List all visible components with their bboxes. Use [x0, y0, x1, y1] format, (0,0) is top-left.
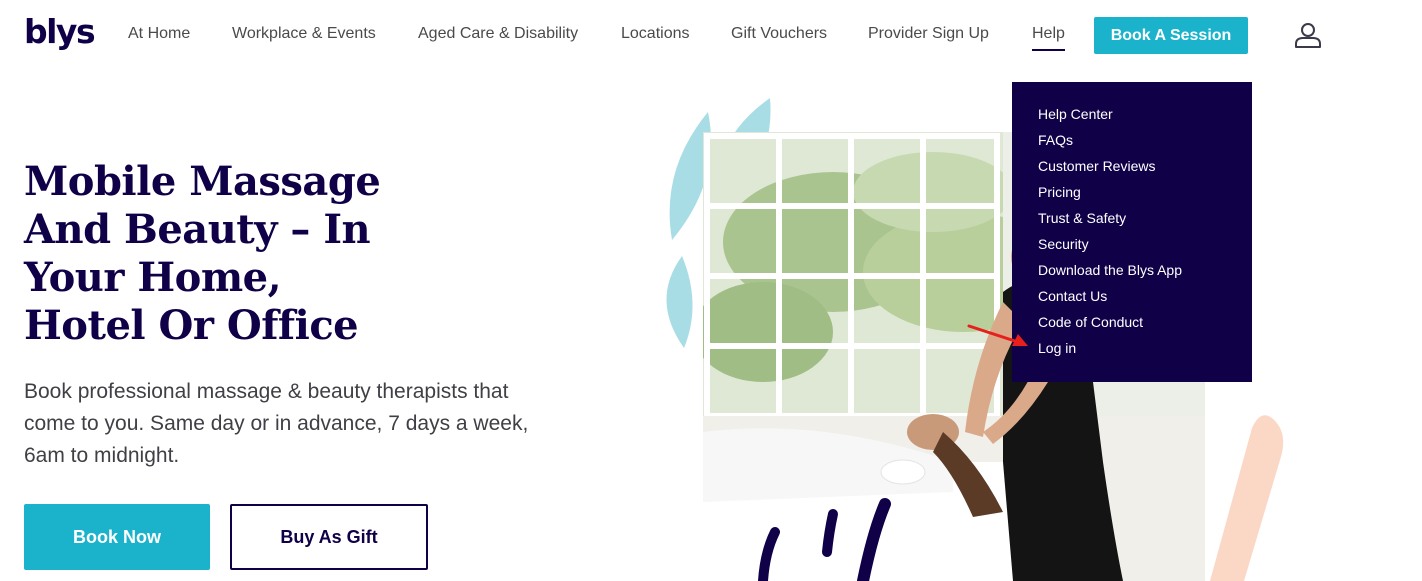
decorative-brush-strokes — [758, 498, 891, 581]
menu-item-pricing[interactable]: Pricing — [1012, 182, 1252, 208]
nav-workplace-events[interactable]: Workplace & Events — [232, 25, 376, 43]
blys-logo[interactable]: blys — [24, 12, 96, 51]
decorative-peach-shape — [1210, 415, 1284, 581]
menu-item-download-app[interactable]: Download the Blys App — [1012, 260, 1252, 286]
annotation-arrow-icon — [967, 324, 1028, 346]
hero-title-line: Your Home, — [24, 254, 282, 301]
menu-item-faqs[interactable]: FAQs — [1012, 130, 1252, 156]
site-header: blys At Home Workplace & Events Aged Car… — [0, 0, 1422, 70]
buy-as-gift-button[interactable]: Buy As Gift — [230, 504, 428, 570]
nav-aged-care-disability[interactable]: Aged Care & Disability — [418, 25, 578, 43]
nav-help[interactable]: Help — [1032, 25, 1065, 51]
nav-locations[interactable]: Locations — [621, 25, 690, 43]
hero-subtitle: Book professional massage & beauty thera… — [24, 380, 529, 467]
nav-at-home[interactable]: At Home — [128, 25, 190, 43]
user-icon[interactable] — [1294, 22, 1322, 48]
hero-title-line: And Beauty – In — [24, 206, 371, 253]
hero-title-line: Hotel Or Office — [24, 302, 359, 349]
menu-item-contact-us[interactable]: Contact Us — [1012, 286, 1252, 312]
book-now-button[interactable]: Book Now — [24, 504, 210, 570]
menu-item-help-center[interactable]: Help Center — [1012, 104, 1252, 130]
menu-item-log-in[interactable]: Log in — [1012, 338, 1252, 364]
hero-title: Mobile Massage And Beauty – In Your Home… — [24, 158, 424, 350]
menu-item-code-of-conduct[interactable]: Code of Conduct — [1012, 312, 1252, 338]
help-dropdown-menu: Help Center FAQs Customer Reviews Pricin… — [1012, 82, 1252, 382]
hero-title-line: Mobile Massage — [24, 158, 381, 205]
menu-item-security[interactable]: Security — [1012, 234, 1252, 260]
nav-provider-sign-up[interactable]: Provider Sign Up — [868, 25, 989, 43]
menu-item-customer-reviews[interactable]: Customer Reviews — [1012, 156, 1252, 182]
nav-gift-vouchers[interactable]: Gift Vouchers — [731, 25, 827, 43]
menu-item-trust-safety[interactable]: Trust & Safety — [1012, 208, 1252, 234]
book-a-session-button[interactable]: Book A Session — [1094, 17, 1248, 54]
